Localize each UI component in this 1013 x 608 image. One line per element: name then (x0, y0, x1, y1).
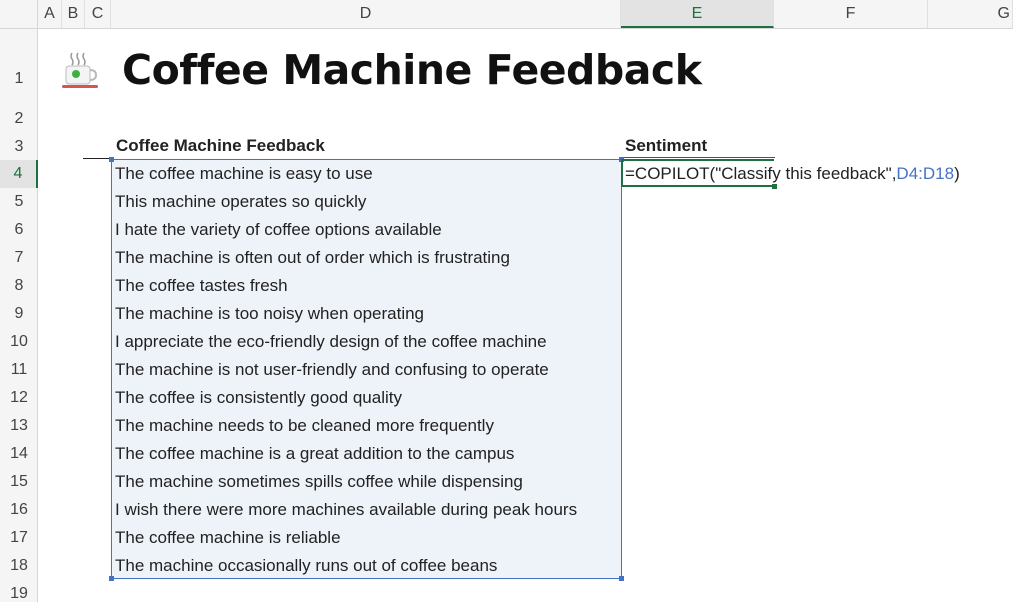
formula-text: =COPILOT("Classify this feedback", (625, 164, 897, 183)
feedback-cell-d8[interactable]: The coffee tastes fresh (115, 272, 288, 300)
feedback-cell-d9[interactable]: The machine is too noisy when operating (115, 300, 424, 328)
feedback-cell-d15[interactable]: The machine sometimes spills coffee whil… (115, 468, 523, 496)
row-header-9[interactable]: 9 (0, 300, 38, 328)
column-header-bar: A B C D E F G (0, 0, 1013, 29)
row-header-17[interactable]: 17 (0, 524, 38, 552)
feedback-cell-d10[interactable]: I appreciate the eco-friendly design of … (115, 328, 547, 356)
feedback-cell-d17[interactable]: The coffee machine is reliable (115, 524, 341, 552)
feedback-cell-d4[interactable]: The coffee machine is easy to use (115, 160, 373, 188)
row-header-8[interactable]: 8 (0, 272, 38, 300)
row-header-19[interactable]: 19 (0, 580, 38, 608)
range-handle-bottom-right[interactable] (619, 576, 624, 581)
feedback-cell-d5[interactable]: This machine operates so quickly (115, 188, 366, 216)
row-header-14[interactable]: 14 (0, 440, 38, 468)
row-header-2[interactable]: 2 (0, 105, 38, 133)
feedback-cell-d11[interactable]: The machine is not user-friendly and con… (115, 356, 549, 384)
feedback-cell-d13[interactable]: The machine needs to be cleaned more fre… (115, 412, 494, 440)
feedback-cell-d16[interactable]: I wish there were more machines availabl… (115, 496, 577, 524)
column-header-b[interactable]: B (62, 0, 85, 28)
column-header-g[interactable]: G (928, 0, 1013, 28)
formula-closing: ) (954, 164, 960, 183)
sentiment-column-header[interactable]: Sentiment (625, 132, 707, 160)
feedback-cell-d14[interactable]: The coffee machine is a great addition t… (115, 440, 514, 468)
feedback-cell-d6[interactable]: I hate the variety of coffee options ava… (115, 216, 442, 244)
column-header-e[interactable]: E (621, 0, 774, 28)
row-header-1[interactable]: 1 (0, 65, 38, 93)
column-header-f[interactable]: F (774, 0, 928, 28)
row-header-6[interactable]: 6 (0, 216, 38, 244)
row-header-4[interactable]: 4 (0, 160, 38, 188)
row-header-3[interactable]: 3 (0, 133, 38, 161)
row-header-16[interactable]: 16 (0, 496, 38, 524)
formula-cell-e4[interactable]: =COPILOT("Classify this feedback",D4:D18… (625, 160, 960, 188)
feedback-cell-d18[interactable]: The machine occasionally runs out of cof… (115, 552, 497, 580)
coffee-cup-icon (60, 50, 102, 92)
column-header-c[interactable]: C (85, 0, 111, 28)
row-header-10[interactable]: 10 (0, 328, 38, 356)
range-handle-top-left[interactable] (109, 157, 114, 162)
column-header-d[interactable]: D (111, 0, 621, 28)
feedback-cell-d7[interactable]: The machine is often out of order which … (115, 244, 510, 272)
select-all-corner[interactable] (0, 0, 38, 28)
formula-range-reference: D4:D18 (896, 164, 955, 183)
row-header-13[interactable]: 13 (0, 412, 38, 440)
row-header-15[interactable]: 15 (0, 468, 38, 496)
feedback-cell-d12[interactable]: The coffee is consistently good quality (115, 384, 402, 412)
row-header-7[interactable]: 7 (0, 244, 38, 272)
row-header-18[interactable]: 18 (0, 552, 38, 580)
column-header-a[interactable]: A (38, 0, 62, 28)
border-line (83, 158, 111, 159)
row-header-11[interactable]: 11 (0, 356, 38, 384)
row-header-12[interactable]: 12 (0, 384, 38, 412)
header-underline (622, 157, 775, 158)
range-handle-bottom-left[interactable] (109, 576, 114, 581)
row-header-5[interactable]: 5 (0, 188, 38, 216)
row-header-bar: 1 2 3 4 5 6 7 8 9 10 11 12 13 14 15 16 1… (0, 29, 38, 602)
feedback-column-header[interactable]: Coffee Machine Feedback (116, 132, 325, 160)
page-title: Coffee Machine Feedback (122, 46, 702, 94)
